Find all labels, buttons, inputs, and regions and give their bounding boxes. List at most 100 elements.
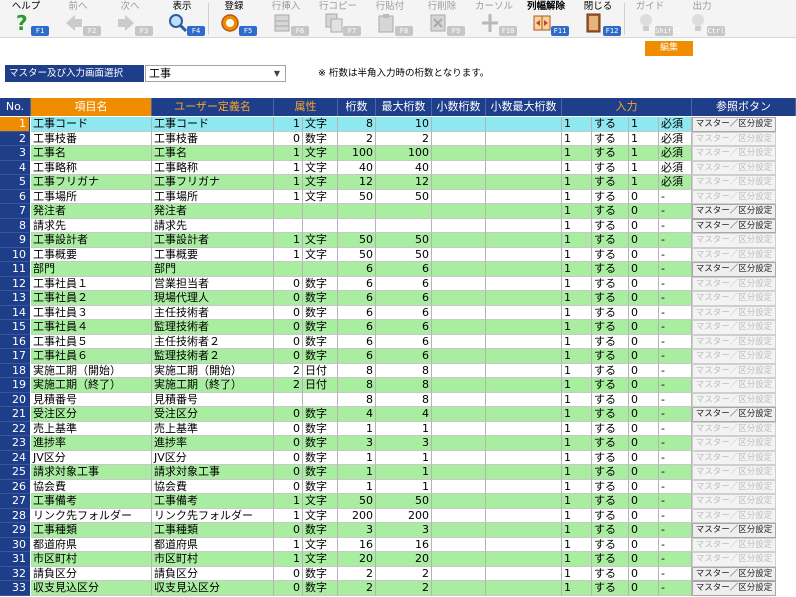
cell-dec[interactable] [432,276,486,291]
cell-user[interactable]: 請求対象工事 [152,465,274,480]
cell-max[interactable]: 8 [376,363,432,378]
cell-dec[interactable] [432,233,486,248]
cell-name[interactable]: 工事概要 [31,247,152,262]
cell-digits[interactable]: 2 [338,131,376,146]
cell-name[interactable]: 受注区分 [31,407,152,422]
cell-in3[interactable]: 0 [629,262,659,277]
cell-digits[interactable]: 50 [338,189,376,204]
cell-decmax[interactable] [486,436,562,451]
cell-in3[interactable]: 0 [629,450,659,465]
cell-type[interactable]: 数字 [303,421,338,436]
cell-name[interactable]: 実施工期（開始） [31,363,152,378]
table-row[interactable]: 31 市区町村 市区町村 1 文字 20 20 1 する 0- マスター／区分設定 [0,552,796,567]
toolbar-button-help[interactable]: ヘルプ? F1 [0,0,52,38]
cell-name[interactable]: 請求先 [31,218,152,233]
table-row[interactable]: 10 工事概要 工事概要 1 文字 50 50 1 する 0- マスター／区分設定 [0,247,796,262]
cell-digits[interactable]: 1 [338,421,376,436]
cell-req[interactable]: - [659,204,692,219]
master-setting-button[interactable]: マスター／区分設定 [692,363,776,378]
cell-max[interactable]: 40 [376,160,432,175]
cell-digits[interactable]: 8 [338,363,376,378]
cell-dec[interactable] [432,320,486,335]
cell-in3[interactable]: 0 [629,392,659,407]
cell-type[interactable]: 数字 [303,479,338,494]
cell-type[interactable]: 日付 [303,363,338,378]
cell-in1[interactable]: 1 [562,189,592,204]
cell-name[interactable]: 請求対象工事 [31,465,152,480]
cell-in2[interactable]: する [592,131,629,146]
cell-in3[interactable]: 0 [629,566,659,581]
cell-attr[interactable]: 0 [274,523,303,538]
cell-max[interactable]: 6 [376,291,432,306]
cell-in1[interactable]: 1 [562,523,592,538]
cell-attr[interactable] [274,392,303,407]
cell-req[interactable]: - [659,334,692,349]
cell-user[interactable]: 現場代理人 [152,291,274,306]
cell-in3[interactable]: 0 [629,523,659,538]
cell-dec[interactable] [432,291,486,306]
cell-name[interactable]: 実施工期（終了） [31,378,152,393]
cell-decmax[interactable] [486,494,562,509]
cell-attr[interactable]: 0 [274,421,303,436]
cell-dec[interactable] [432,131,486,146]
cell-max[interactable] [376,218,432,233]
cell-decmax[interactable] [486,305,562,320]
cell-in1[interactable]: 1 [562,233,592,248]
cell-in1[interactable]: 1 [562,450,592,465]
cell-req[interactable]: 必須 [659,160,692,175]
cell-name[interactable]: 工事フリガナ [31,175,152,190]
cell-dec[interactable] [432,175,486,190]
cell-type[interactable]: 文字 [303,175,338,190]
cell-digits[interactable]: 6 [338,320,376,335]
cell-decmax[interactable] [486,508,562,523]
table-row[interactable]: 29 工事種類 工事種類 0 数字 3 3 1 する 0- マスター／区分設定 [0,523,796,538]
cell-req[interactable]: - [659,189,692,204]
cell-dec[interactable] [432,262,486,277]
cell-user[interactable]: 主任技術者２ [152,334,274,349]
cell-user[interactable]: 工事フリガナ [152,175,274,190]
cell-name[interactable]: 工事コード [31,117,152,132]
master-setting-button[interactable]: マスター／区分設定 [692,508,776,523]
cell-max[interactable]: 6 [376,320,432,335]
cell-name[interactable]: 見積番号 [31,392,152,407]
cell-type[interactable]: 数字 [303,276,338,291]
cell-decmax[interactable] [486,349,562,364]
cell-max[interactable]: 6 [376,349,432,364]
cell-req[interactable]: - [659,233,692,248]
cell-digits[interactable]: 6 [338,334,376,349]
table-row[interactable]: 16 工事社員５ 主任技術者２ 0 数字 6 6 1 する 0- マスター／区分設定 [0,334,796,349]
cell-in3[interactable]: 0 [629,494,659,509]
cell-in3[interactable]: 0 [629,537,659,552]
master-setting-button[interactable]: マスター／区分設定 [692,334,776,349]
master-setting-button[interactable]: マスター／区分設定 [692,146,776,161]
cell-digits[interactable]: 8 [338,392,376,407]
cell-in3[interactable]: 0 [629,218,659,233]
cell-in3[interactable]: 0 [629,407,659,422]
cell-max[interactable]: 2 [376,131,432,146]
screen-select-dropdown[interactable]: 工事 ▼ [145,65,286,82]
cell-digits[interactable]: 200 [338,508,376,523]
cell-type[interactable]: 数字 [303,131,338,146]
cell-in2[interactable]: する [592,247,629,262]
cell-max[interactable]: 6 [376,262,432,277]
cell-req[interactable]: 必須 [659,175,692,190]
cell-attr[interactable]: 2 [274,363,303,378]
table-row[interactable]: 1 工事コード 工事コード 1 文字 8 10 1 する 1 必須 マスター／区分設定 [0,117,796,132]
cell-max[interactable]: 50 [376,189,432,204]
cell-in2[interactable]: する [592,160,629,175]
cell-type[interactable]: 数字 [303,305,338,320]
toolbar-button-search[interactable]: 表示 F4 [156,0,208,38]
cell-req[interactable]: - [659,450,692,465]
table-row[interactable]: 3 工事名 工事名 1 文字 100 100 1 する 1 必須 マスター／区分設定 [0,146,796,161]
cell-in2[interactable]: する [592,581,629,596]
cell-in1[interactable]: 1 [562,276,592,291]
cell-max[interactable]: 16 [376,537,432,552]
cell-attr[interactable]: 2 [274,378,303,393]
cell-attr[interactable]: 1 [274,247,303,262]
cell-digits[interactable]: 2 [338,566,376,581]
cell-max[interactable]: 6 [376,334,432,349]
cell-name[interactable]: 進捗率 [31,436,152,451]
cell-in1[interactable]: 1 [562,407,592,422]
master-setting-button[interactable]: マスター／区分設定 [692,537,776,552]
cell-attr[interactable]: 1 [274,175,303,190]
